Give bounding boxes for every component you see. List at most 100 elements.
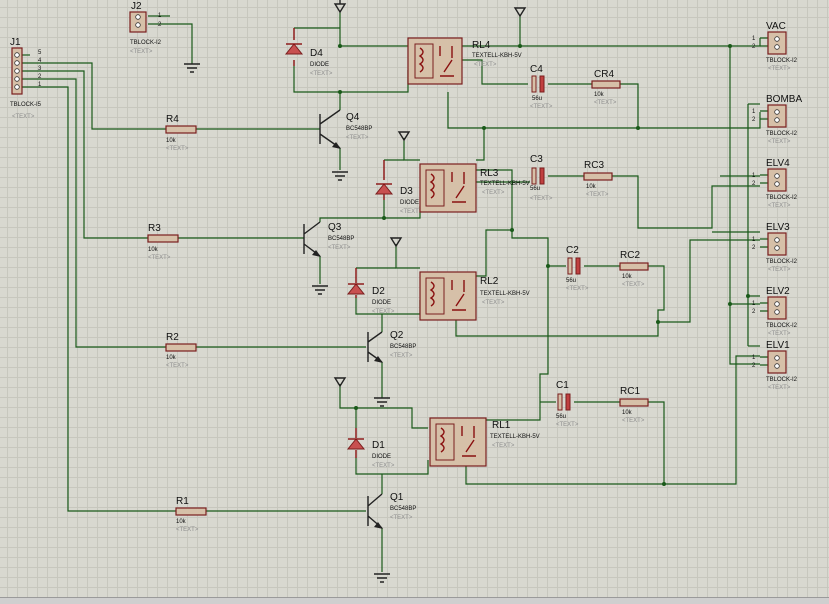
component-text: <TEXT> <box>622 418 645 424</box>
transistor-q1[interactable]: Q1 BC548BP <TEXT> <box>367 492 416 529</box>
transistor-symbol <box>367 331 383 363</box>
relay-rl3[interactable]: RL3 TEXTELL-KBH-5V <TEXT> <box>419 163 530 213</box>
pin-label: 1 <box>752 109 756 115</box>
vcc-arrow-icon <box>389 237 403 248</box>
component-ref: Q3 <box>328 222 342 233</box>
wire-j1-pin1-r1 <box>22 86 176 512</box>
connector-j2[interactable]: 1 2 J2 TBLOCK-I2 <TEXT> <box>129 1 162 55</box>
component-value: DIODE <box>310 62 329 68</box>
component-text: <TEXT> <box>482 300 505 306</box>
junction-dot <box>728 44 732 48</box>
component-text: <TEXT> <box>556 422 579 428</box>
component-text: <TEXT> <box>12 114 35 120</box>
resistor-rc2[interactable]: RC2 10k <TEXT> <box>619 250 649 288</box>
wire-rl1-com <box>484 340 549 421</box>
component-value: 10k <box>622 410 633 416</box>
connector-elv2[interactable]: 12ELV2TBLOCK-I2<TEXT> <box>752 286 798 337</box>
component-text: <TEXT> <box>474 62 497 68</box>
capacitor-c1[interactable]: C1 56u <TEXT> <box>556 380 579 428</box>
diode-triangle <box>346 283 366 295</box>
resistor-body <box>583 172 613 181</box>
ground-icon <box>374 573 390 583</box>
component-text: <TEXT> <box>176 527 199 533</box>
relay-rl1[interactable]: RL1 TEXTELL-KBH-5V <TEXT> <box>429 417 540 467</box>
component-ref: J2 <box>131 1 142 12</box>
component-text: <TEXT> <box>492 443 515 449</box>
transistor-q4[interactable]: Q4 BC548BP <TEXT> <box>319 109 372 149</box>
connector-body <box>767 31 787 55</box>
component-text: <TEXT> <box>166 363 189 369</box>
junction-dot <box>546 264 550 268</box>
connector-elv1[interactable]: 12ELV1TBLOCK-I2<TEXT> <box>752 340 798 391</box>
wire-rl4-no <box>447 92 761 129</box>
component-value: TEXTELL-KBH-5V <box>472 53 522 59</box>
component-ref: C4 <box>530 64 543 75</box>
pin-label: 1 <box>752 36 756 42</box>
junction-dot <box>382 216 386 220</box>
diode-d2[interactable]: D2 DIODE <TEXT> <box>346 268 395 315</box>
junction-dot <box>728 302 732 306</box>
component-text: <TEXT> <box>768 385 791 391</box>
component-value: 56u <box>530 186 540 192</box>
component-text: <TEXT> <box>768 66 791 72</box>
component-text: <TEXT> <box>346 135 369 141</box>
capacitor-c2[interactable]: C2 56u <TEXT> <box>566 245 589 292</box>
relay-body <box>429 417 487 467</box>
component-text: <TEXT> <box>566 286 589 292</box>
component-value: 10k <box>176 519 187 525</box>
component-value: DIODE <box>400 200 419 206</box>
junction-dot <box>662 482 666 486</box>
wire-rl2-com <box>476 229 512 277</box>
component-text: <TEXT> <box>586 192 609 198</box>
component-text: <TEXT> <box>768 331 791 337</box>
junction-dot <box>482 126 486 130</box>
relay-rl4[interactable]: RL4 TEXTELL-KBH-5V <TEXT> <box>407 37 522 85</box>
resistor-r1[interactable]: R1 10k <TEXT> <box>175 496 207 533</box>
connector-elv3[interactable]: 12ELV3TBLOCK-I2<TEXT> <box>752 222 798 273</box>
resistor-rc1[interactable]: RC1 10k <TEXT> <box>619 386 649 424</box>
ground-icon <box>184 63 200 73</box>
component-value: BC548BP <box>346 126 372 132</box>
pin-hole <box>774 309 780 315</box>
component-value: DIODE <box>372 300 391 306</box>
relay-rl2[interactable]: RL2 TEXTELL-KBH-5V <TEXT> <box>419 271 530 321</box>
connector-leads <box>760 110 768 120</box>
pin-hole <box>774 301 780 307</box>
component-value: 10k <box>594 92 605 98</box>
resistor-cr4[interactable]: CR4 10k <TEXT> <box>591 69 621 106</box>
diode-triangle <box>374 183 394 195</box>
diode-triangle <box>284 43 304 55</box>
wire-vac-2 <box>729 46 760 365</box>
component-text: <TEXT> <box>768 203 791 209</box>
component-value: 56u <box>566 278 576 284</box>
junction-dot <box>746 294 750 298</box>
schematic-canvas[interactable]: 5 4 3 2 1 J1 TBLOCK-I5 <TEXT> 1 2 J2 TBL… <box>0 0 829 604</box>
connector-elv4[interactable]: 12ELV4TBLOCK-I2<TEXT> <box>752 158 798 209</box>
wire-rl2-no <box>455 318 659 337</box>
wire-rc2-out <box>648 239 760 323</box>
pin-hole <box>774 363 780 369</box>
resistor-body <box>147 234 179 243</box>
component-value: TBLOCK-I2 <box>766 131 798 137</box>
resistor-rc3[interactable]: RC3 10k <TEXT> <box>583 160 613 198</box>
diode-d1[interactable]: D1 DIODE <TEXT> <box>346 428 395 469</box>
component-ref: CR4 <box>594 69 614 80</box>
diode-d3[interactable]: D3 DIODE <TEXT> <box>374 160 423 215</box>
component-ref: ELV3 <box>766 222 790 233</box>
component-ref: C3 <box>530 154 543 165</box>
capacitor-c3[interactable]: C3 56u <TEXT> <box>530 154 553 202</box>
transistor-q2[interactable]: Q2 BC548BP <TEXT> <box>367 330 416 363</box>
diode-d4[interactable]: D4 DIODE <TEXT> <box>284 28 333 77</box>
wire-vcc2 <box>395 244 420 269</box>
component-ref: Q4 <box>346 112 360 123</box>
resistor-body <box>165 125 197 134</box>
resistor-r3[interactable]: R3 10k <TEXT> <box>147 223 179 261</box>
transistor-q3[interactable]: Q3 BC548BP <TEXT> <box>303 221 354 257</box>
capacitor-c4[interactable]: C4 56u <TEXT> <box>530 64 553 110</box>
component-text: <TEXT> <box>530 196 553 202</box>
component-value: TBLOCK-I2 <box>766 259 798 265</box>
resistor-r2[interactable]: R2 10k <TEXT> <box>165 332 197 369</box>
resistor-r4[interactable]: R4 10k <TEXT> <box>165 114 197 152</box>
junction-dot <box>354 406 358 410</box>
connector-body <box>767 350 787 374</box>
